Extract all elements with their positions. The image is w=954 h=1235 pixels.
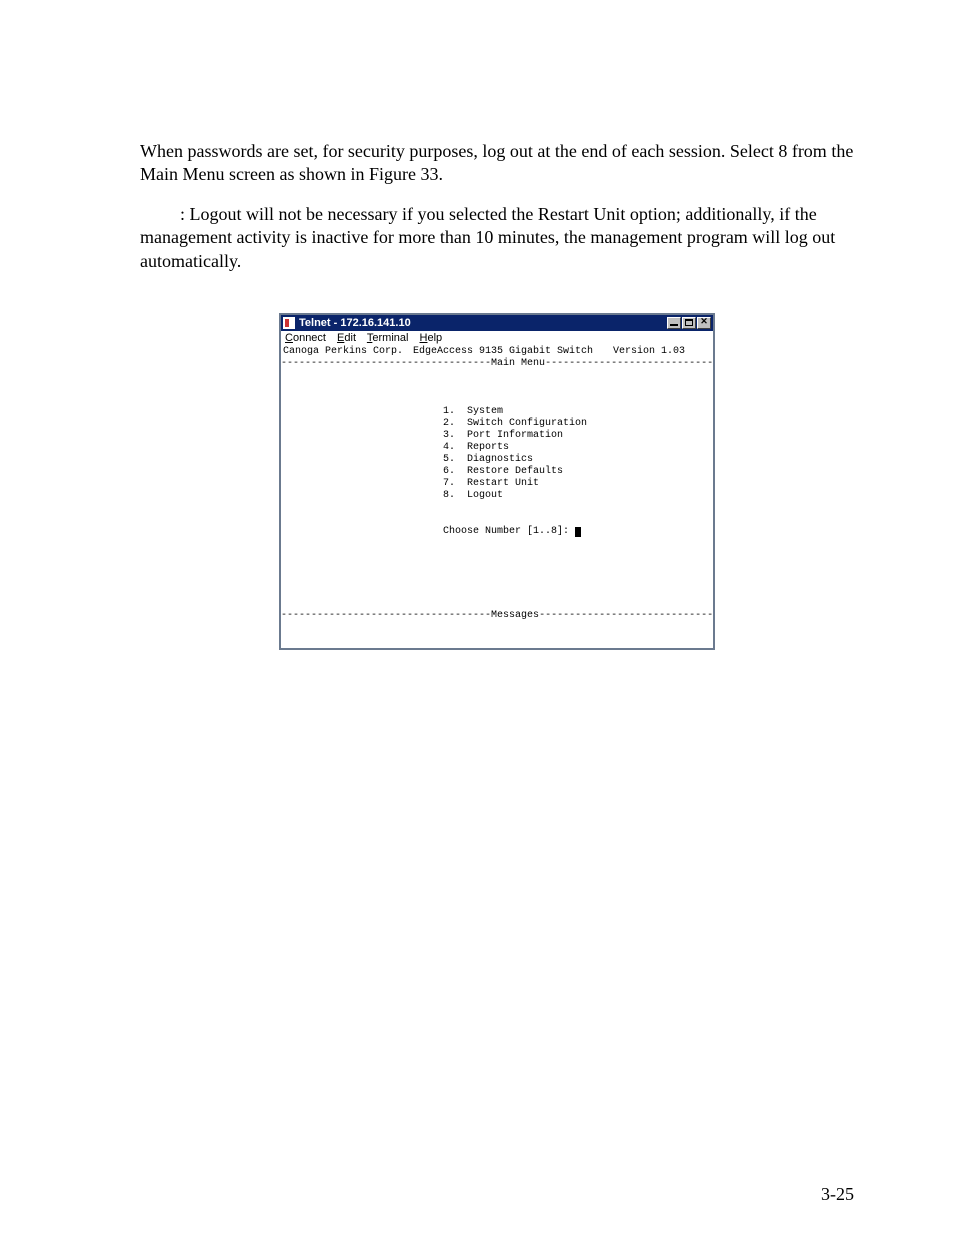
- menu-item-4: 4. Reports: [443, 442, 509, 453]
- blank: [281, 562, 287, 573]
- terminal-product: EdgeAccess 9135 Gigabit Switch: [413, 346, 613, 358]
- menu-edit[interactable]: Edit: [337, 332, 356, 344]
- window-menubar: Connect Edit Terminal Help: [281, 331, 713, 345]
- menu-item-6: 6. Restore Defaults: [443, 466, 563, 477]
- blank: [281, 370, 287, 381]
- blank: [281, 586, 287, 597]
- blank: [281, 634, 287, 645]
- menu-pad: [281, 466, 443, 477]
- blank: [281, 622, 287, 633]
- app-icon: [283, 317, 295, 329]
- prompt-pad: [281, 526, 443, 537]
- terminal-divider-messages: -----------------------------------: [281, 610, 491, 621]
- terminal-prompt: Choose Number [1..8]:: [443, 526, 575, 537]
- terminal-corp: Canoga Perkins Corp.: [281, 346, 413, 358]
- menu-pad: [281, 490, 443, 501]
- menu-item-2: 2. Switch Configuration: [443, 418, 587, 429]
- paragraph-note: : Logout will not be necessary if you se…: [140, 203, 854, 273]
- note-text: : Logout will not be necessary if you se…: [140, 204, 835, 271]
- terminal-divider-main-right: ----------------------------------: [545, 358, 713, 369]
- terminal-section-main: Main Menu: [491, 358, 545, 369]
- menu-pad: [281, 430, 443, 441]
- menu-item-3: 3. Port Information: [443, 430, 563, 441]
- blank: [281, 550, 287, 561]
- close-button[interactable]: [697, 317, 711, 329]
- blank: [281, 382, 287, 393]
- minimize-button[interactable]: [667, 317, 681, 329]
- menu-item-8: 8. Logout: [443, 490, 503, 501]
- telnet-window: Telnet - 172.16.141.10 Connect Edit Term…: [279, 313, 715, 650]
- blank: [281, 394, 287, 405]
- cursor-icon: [575, 527, 581, 537]
- terminal-section-messages: Messages: [491, 610, 539, 621]
- menu-help[interactable]: Help: [420, 332, 443, 344]
- blank: [281, 574, 287, 585]
- menu-item-1: 1. System: [443, 406, 503, 417]
- menu-item-5: 5. Diagnostics: [443, 454, 533, 465]
- terminal-version: Version 1.03: [613, 346, 713, 358]
- menu-pad: [281, 406, 443, 417]
- menu-pad: [281, 418, 443, 429]
- page-number: 3-25: [821, 1184, 854, 1205]
- terminal-divider-messages-right: -----------------------------------: [539, 610, 713, 621]
- menu-help-rest: elp: [427, 332, 442, 344]
- blank: [281, 538, 287, 549]
- blank: [281, 598, 287, 609]
- menu-edit-rest: dit: [344, 332, 356, 344]
- menu-pad: [281, 454, 443, 465]
- window-titlebar[interactable]: Telnet - 172.16.141.10: [281, 315, 713, 331]
- maximize-button[interactable]: [682, 317, 696, 329]
- blank: [281, 502, 287, 513]
- window-buttons: [667, 317, 711, 329]
- menu-terminal[interactable]: Terminal: [367, 332, 409, 344]
- menu-connect[interactable]: Connect: [285, 332, 326, 344]
- terminal-divider-main: -----------------------------------: [281, 358, 491, 369]
- blank: [281, 514, 287, 525]
- menu-pad: [281, 442, 443, 453]
- menu-item-7: 7. Restart Unit: [443, 478, 539, 489]
- terminal-content[interactable]: Canoga Perkins Corp.EdgeAccess 9135 Giga…: [281, 345, 713, 648]
- menu-connect-rest: onnect: [293, 332, 326, 344]
- menu-pad: [281, 478, 443, 489]
- menu-terminal-rest: erminal: [372, 332, 408, 344]
- document-page: When passwords are set, for security pur…: [0, 0, 954, 1235]
- paragraph-instructions: When passwords are set, for security pur…: [140, 140, 854, 187]
- window-title: Telnet - 172.16.141.10: [299, 317, 667, 329]
